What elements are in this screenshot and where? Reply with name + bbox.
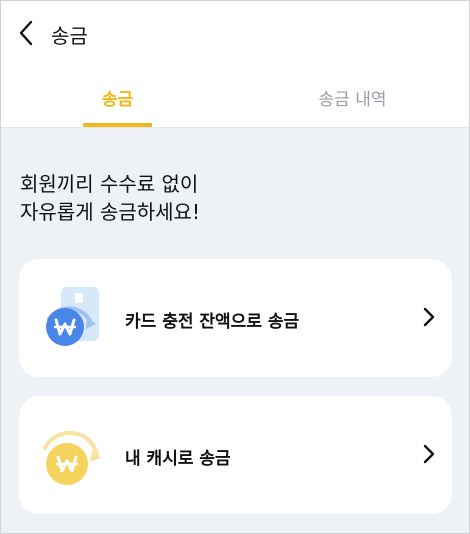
active-tab-indicator xyxy=(83,123,152,127)
headline-line-2: 자유롭게 송금하세요! xyxy=(20,200,200,224)
card-balance-option-label: 카드 충전 잔액으로 송금 xyxy=(125,312,300,332)
card-won-transfer-icon xyxy=(46,287,99,346)
chevron-right-icon xyxy=(423,307,435,327)
headline: 회원끼리 수수료 없이 자유롭게 송금하세요! xyxy=(20,170,200,226)
transfer-by-cash-option[interactable]: 내 캐시로 송금 xyxy=(19,396,452,514)
transfer-by-card-balance-option[interactable]: 카드 충전 잔액으로 송금 xyxy=(19,259,452,377)
tab-transfer[interactable]: 송금 xyxy=(0,66,235,128)
coin-won-transfer-icon xyxy=(43,430,101,485)
headline-line-1: 회원끼리 수수료 없이 xyxy=(20,172,199,196)
cash-option-label: 내 캐시로 송금 xyxy=(125,449,231,469)
tab-bar: 송금 송금 내역 xyxy=(0,66,470,128)
page-title: 송금 xyxy=(51,24,88,48)
top-bar: 송금 xyxy=(0,0,470,66)
back-button[interactable] xyxy=(14,18,38,48)
chevron-left-icon xyxy=(19,20,33,46)
chevron-right-icon xyxy=(423,444,435,464)
tab-transfer-history[interactable]: 송금 내역 xyxy=(235,66,470,128)
